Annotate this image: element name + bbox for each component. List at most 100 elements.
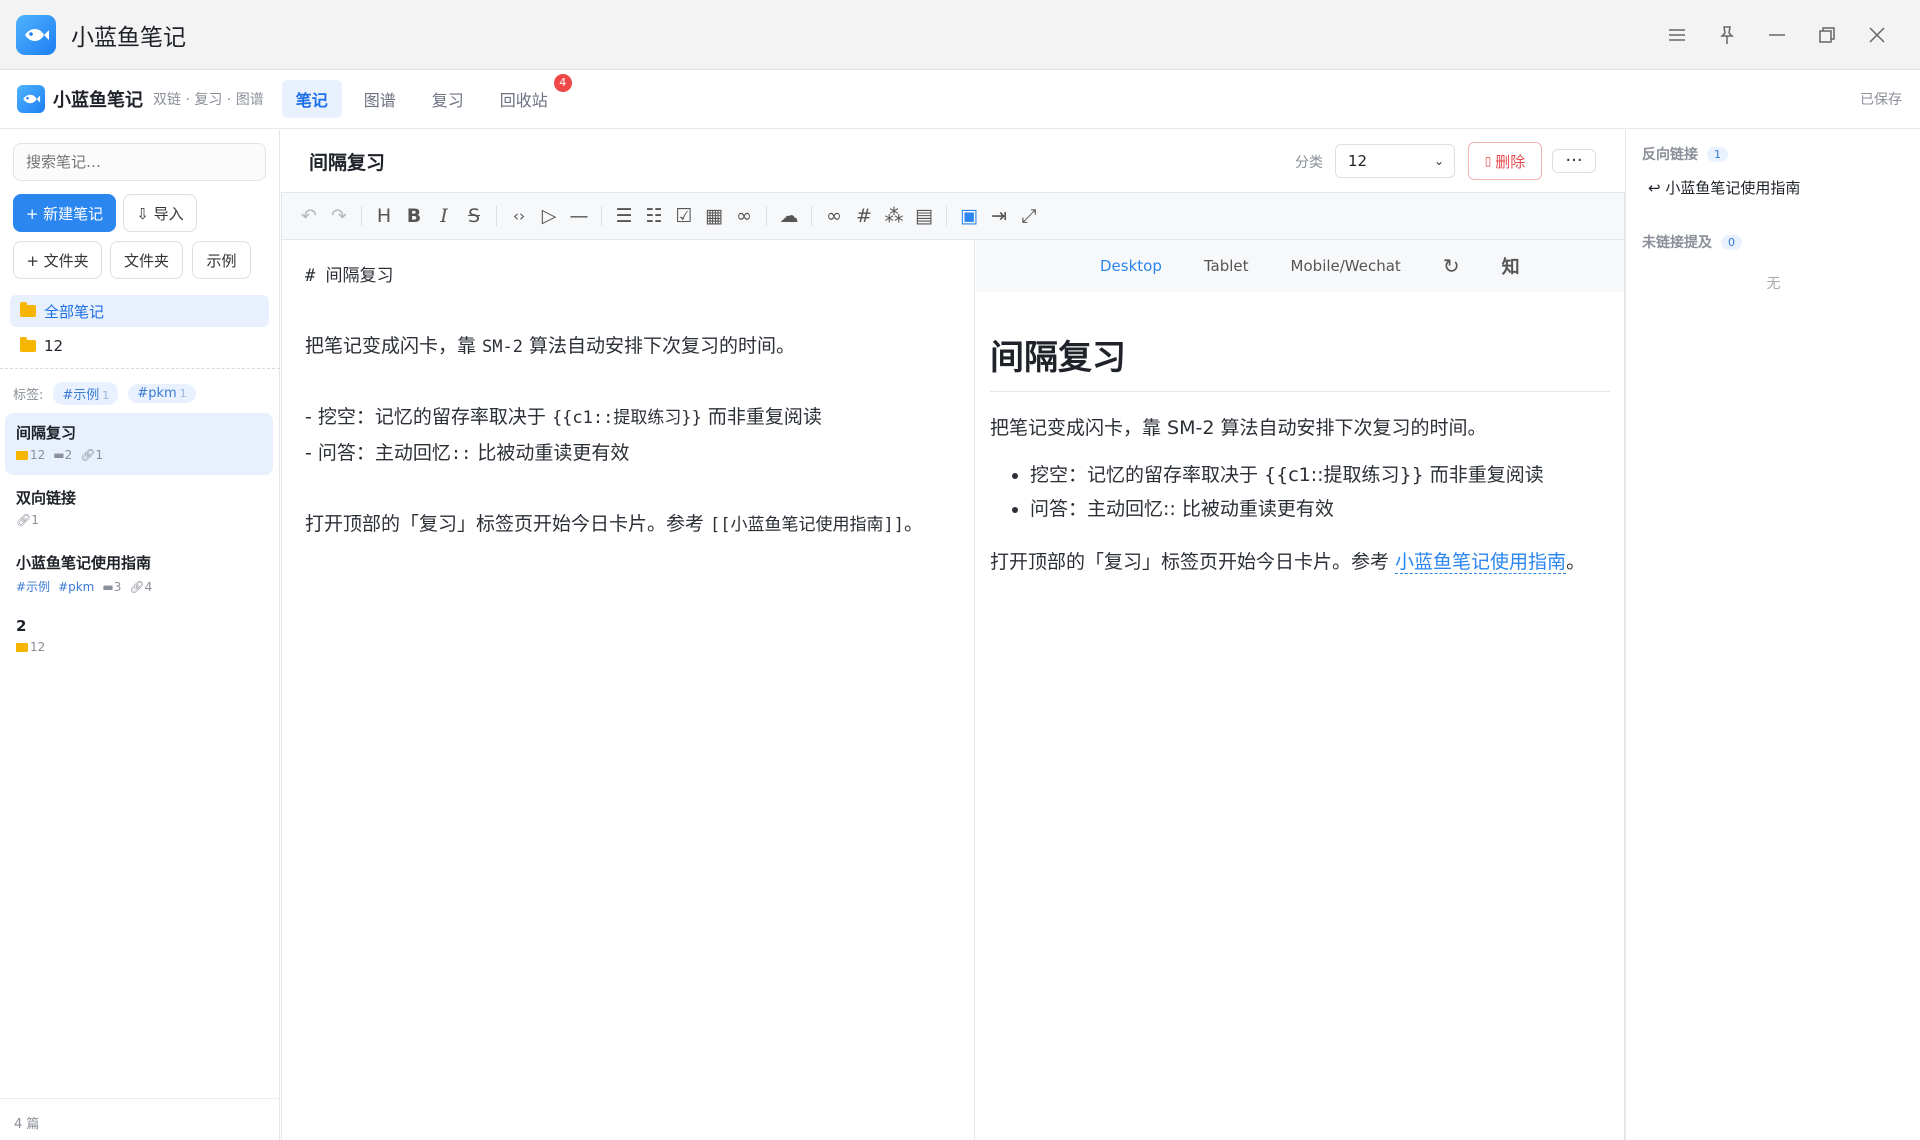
preview-list: 挖空：记忆的留存率取决于 {{c1::提取练习}} 而非重复阅读 问答：主动回忆… (990, 458, 1610, 526)
sidebar-divider (0, 368, 280, 369)
note-list-item[interactable]: 双向链接 🔗︎1 (5, 478, 273, 540)
preview-heading: 间隔复习 (990, 330, 1610, 392)
restore-icon[interactable] (1802, 0, 1852, 70)
backlinks-panel: 反向链接 1 ↩ 小蓝鱼笔记使用指南 未链接提及 0 无 (1625, 130, 1920, 1140)
fullscreen-icon[interactable]: ⤢ (1014, 201, 1044, 231)
hr-icon[interactable]: — (564, 201, 594, 231)
folder-all-notes[interactable]: 全部笔记 (10, 295, 269, 327)
folder-label: 12 (44, 337, 64, 355)
bold-icon[interactable]: B (399, 201, 429, 231)
trash-icon: ▯ (1484, 154, 1492, 168)
folder-icon (20, 337, 36, 352)
new-folder-button[interactable]: + 文件夹 (13, 241, 102, 279)
chevron-down-icon: ⌄ (1433, 154, 1444, 168)
preview-list-item: 挖空：记忆的留存率取决于 {{c1::提取练习}} 而非重复阅读 (1030, 458, 1610, 492)
import-button[interactable]: ⇩ 导入 (123, 194, 197, 232)
note-title: 间隔复习 (16, 424, 77, 442)
more-button[interactable]: ··· (1552, 149, 1596, 173)
backlinks-header: 反向链接 1 (1642, 144, 1728, 164)
wikilink[interactable]: 小蓝鱼笔记使用指南 (1395, 551, 1567, 574)
wikilink-icon[interactable]: ∞ (819, 201, 849, 231)
link-icon: 🔗︎ (16, 513, 32, 527)
category-label: 分类 (1295, 155, 1323, 171)
magic-icon[interactable]: ⁂ (879, 201, 909, 231)
redo-icon[interactable]: ↷ (324, 201, 354, 231)
delete-button[interactable]: ▯ 删除 (1468, 142, 1542, 180)
table-icon[interactable]: ▦ (699, 201, 729, 231)
note-folder: 12 (16, 448, 45, 462)
main-editor-area: 间隔复习 分类 12 ⌄ ▯ 删除 ··· ↶ ↷ H B I S ‹› ▷ —… (281, 130, 1625, 1140)
refresh-icon[interactable]: ↻ (1443, 254, 1460, 278)
minimize-icon[interactable] (1752, 0, 1802, 70)
code-icon[interactable]: ‹› (504, 201, 534, 231)
upload-icon[interactable]: ☁ (774, 201, 804, 231)
backlink-item[interactable]: ↩ 小蓝鱼笔记使用指南 (1648, 177, 1800, 198)
note-list-item[interactable]: 间隔复习 12 ▬2 🔗︎1 (5, 413, 273, 475)
folder-icon (20, 302, 36, 317)
source-list-item: - 挖空：记忆的留存率取决于 {{c1::提取练习}} 而非重复阅读 (305, 406, 822, 428)
brand-subtitle: 双链 · 复习 · 图谱 (153, 92, 264, 108)
note-tag: #示例 (16, 580, 51, 594)
editor-toolbar: ↶ ↷ H B I S ‹› ▷ — ☰ ☷ ☑ ▦ ∞ ☁ ∞ # ⁂ ▤ ▣ (282, 193, 1624, 240)
source-paragraph: 把笔记变成闪卡，靠 SM-2 算法自动安排下次复习的时间。 (305, 335, 796, 357)
menu-icon[interactable] (1652, 0, 1702, 70)
folder-label: 全部笔记 (44, 302, 105, 321)
tags-label: 标签: (13, 388, 44, 403)
folder-icon (16, 451, 28, 460)
markdown-editor: ↶ ↷ H B I S ‹› ▷ — ☰ ☷ ☑ ▦ ∞ ☁ ∞ # ⁂ ▤ ▣ (281, 192, 1625, 1140)
app-logo-fish-icon (16, 14, 56, 55)
strikethrough-icon[interactable]: S (459, 201, 489, 231)
note-folder: 12 (16, 640, 45, 654)
window-title: 小蓝鱼笔记 (71, 24, 186, 51)
brand-name: 小蓝鱼笔记 (53, 90, 143, 111)
new-note-button[interactable]: + 新建笔记 (13, 194, 116, 232)
link-icon[interactable]: ∞ (729, 201, 759, 231)
preview-list-item: 问答：主动回忆:: 比被动重读更有效 (1030, 492, 1610, 526)
pin-icon[interactable] (1702, 0, 1752, 70)
window-titlebar: 小蓝鱼笔记 (0, 0, 1920, 70)
markdown-preview-pane: Desktop Tablet Mobile/Wechat ↻ 知 间隔复习 把笔… (976, 240, 1624, 1140)
backlinks-count: 1 (1707, 146, 1728, 162)
tab-graph[interactable]: 图谱 (350, 80, 410, 118)
preview-mode-mobile[interactable]: Mobile/Wechat (1291, 257, 1401, 275)
folder-12[interactable]: 12 (10, 330, 269, 362)
markdown-source-pane[interactable]: # 间隔复习 把笔记变成闪卡，靠 SM-2 算法自动安排下次复习的时间。 - 挖… (282, 240, 975, 1140)
tag-chip-pkm[interactable]: #pkm 1 (128, 384, 196, 403)
preview-mode-bar: Desktop Tablet Mobile/Wechat ↻ 知 (976, 240, 1624, 292)
tab-trash-label: 回收站 (499, 91, 548, 110)
example-button[interactable]: 示例 (192, 241, 251, 279)
bullet-list-icon[interactable]: ☰ (609, 201, 639, 231)
preview-toggle-icon[interactable]: ▣ (954, 201, 984, 231)
export-icon[interactable]: ⇥ (984, 201, 1014, 231)
category-select[interactable]: 12 ⌄ (1335, 144, 1455, 178)
note-list-item[interactable]: 2 12 (5, 608, 273, 670)
note-title: 双向链接 (16, 489, 77, 507)
hashtag-icon[interactable]: # (849, 201, 879, 231)
quote-icon[interactable]: ▷ (534, 201, 564, 231)
zhihu-icon[interactable]: 知 (1502, 253, 1520, 279)
note-count: 4 篇 (0, 1098, 280, 1140)
preview-mode-tablet[interactable]: Tablet (1204, 257, 1249, 275)
save-status: 已保存 (1860, 92, 1902, 108)
folder-button[interactable]: 文件夹 (110, 241, 183, 279)
tag-chip-example[interactable]: #示例 1 (53, 382, 119, 405)
tab-notes[interactable]: 笔记 (281, 80, 342, 118)
checkbox-icon[interactable]: ☑ (669, 201, 699, 231)
search-input[interactable] (13, 143, 266, 181)
sidebar: + 新建笔记 ⇩ 导入 + 文件夹 文件夹 示例 全部笔记 12 标签: #示例… (0, 130, 280, 1140)
heading-icon[interactable]: H (369, 201, 399, 231)
card-icon[interactable]: ▤ (909, 201, 939, 231)
undo-icon[interactable]: ↶ (294, 201, 324, 231)
tab-trash[interactable]: 回收站 4 (486, 74, 572, 118)
tab-review[interactable]: 复习 (418, 80, 478, 118)
link-icon: 🔗︎ (80, 448, 96, 462)
italic-icon[interactable]: I (429, 201, 459, 231)
close-icon[interactable] (1852, 0, 1902, 70)
preview-paragraph: 打开顶部的「复习」标签页开始今日卡片。参考 小蓝鱼笔记使用指南。 (990, 551, 1586, 574)
ordered-list-icon[interactable]: ☷ (639, 201, 669, 231)
unlinked-count: 0 (1721, 234, 1742, 250)
note-title-heading[interactable]: 间隔复习 (309, 148, 385, 175)
note-list-item[interactable]: 小蓝鱼笔记使用指南 #示例 #pkm ▬3 🔗︎4 (5, 543, 273, 605)
source-paragraph: 打开顶部的「复习」标签页开始今日卡片。参考 [[小蓝鱼笔记使用指南]]。 (305, 513, 924, 535)
preview-mode-desktop[interactable]: Desktop (1100, 257, 1162, 275)
